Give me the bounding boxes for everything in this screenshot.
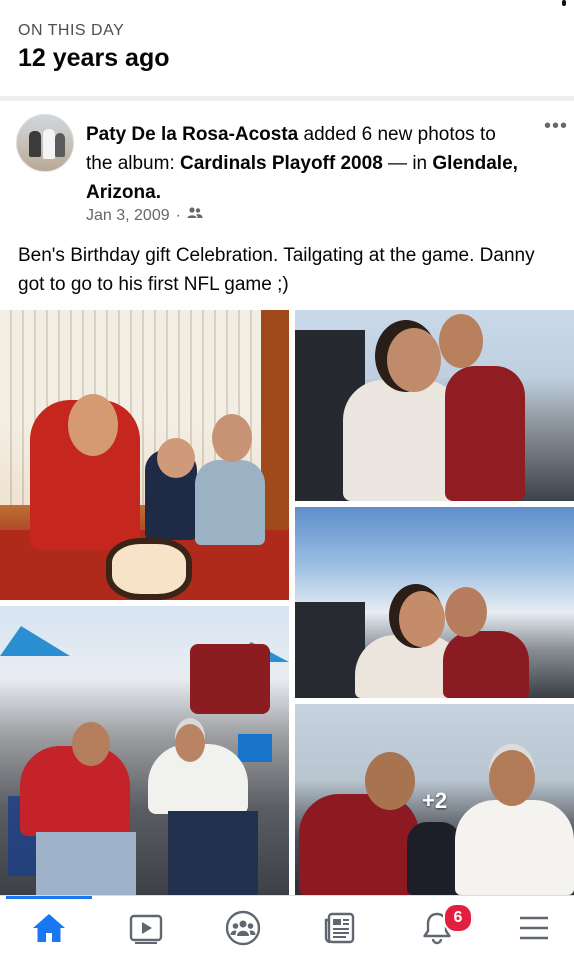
more-photos-count: +2	[422, 788, 448, 813]
post-date[interactable]: Jan 3, 2009	[86, 207, 170, 225]
post-meta: Jan 3, 2009 ·	[86, 206, 203, 225]
tab-menu[interactable]	[504, 904, 564, 952]
more-photos-overlay: +2	[295, 704, 574, 895]
notification-badge: 6	[443, 903, 473, 933]
status-bar-area	[0, 0, 574, 20]
on-this-day-label: ON THIS DAY	[18, 22, 125, 39]
video-icon	[128, 912, 164, 944]
tab-groups[interactable]	[213, 904, 273, 952]
menu-icon	[518, 913, 550, 943]
photo-tailgate-chairs[interactable]	[0, 606, 289, 895]
friends-icon	[187, 206, 203, 225]
years-ago-title: 12 years ago	[18, 44, 170, 72]
active-tab-indicator	[6, 896, 92, 899]
post-headline: Paty De la Rosa-Acosta added 6 new photo…	[86, 120, 526, 207]
status-indicator	[562, 0, 566, 6]
more-options-button[interactable]: •••	[544, 116, 568, 136]
post-body-text: Ben's Birthday gift Celebration. Tailgat…	[18, 245, 535, 295]
memory-header: ON THIS DAY 12 years ago	[0, 20, 574, 96]
groups-icon	[225, 910, 261, 946]
tab-watch[interactable]	[116, 904, 176, 952]
photo-couple-sky[interactable]	[295, 507, 574, 698]
photo-couple-parking-lot[interactable]	[295, 310, 574, 501]
news-icon	[322, 911, 358, 945]
author-name[interactable]: Paty De la Rosa-Acosta	[86, 124, 298, 145]
home-icon	[32, 912, 66, 944]
album-link[interactable]: Cardinals Playoff 2008	[180, 153, 383, 174]
photo-group-more[interactable]: +2	[295, 704, 574, 895]
in-text: — in	[382, 153, 433, 174]
meta-separator: ·	[175, 206, 181, 224]
location-suffix: .	[155, 182, 161, 203]
author-avatar[interactable]	[16, 114, 74, 172]
tab-home[interactable]	[19, 904, 79, 952]
section-divider	[0, 96, 574, 101]
photo-grid: +2	[0, 310, 574, 895]
photo-birthday-cake[interactable]	[0, 310, 289, 600]
tab-news[interactable]	[310, 904, 370, 952]
bottom-tab-bar	[0, 895, 574, 961]
